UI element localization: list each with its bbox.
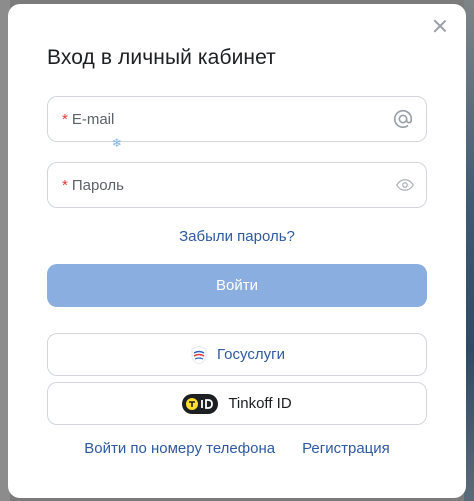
snowflake-icon: ❄ <box>112 136 123 150</box>
tinkoff-label: Tinkoff ID <box>228 395 292 412</box>
modal-title: Вход в личный кабинет <box>47 46 276 69</box>
close-icon[interactable] <box>432 18 448 34</box>
login-button[interactable]: Войти <box>47 264 427 307</box>
phone-login-link[interactable]: Войти по номеру телефона <box>84 440 275 457</box>
forgot-password-link[interactable]: Забыли пароль? <box>8 228 466 245</box>
required-mark: * <box>62 110 68 128</box>
gosuslugi-label: Госуслуги <box>217 346 285 363</box>
tinkoff-logo-icon <box>182 393 219 414</box>
email-field[interactable]: * E-mail ❄ <box>47 96 427 150</box>
password-placeholder: Пароль <box>71 176 124 194</box>
gosuslugi-logo-icon <box>191 345 207 364</box>
eye-icon[interactable] <box>396 178 414 192</box>
at-sign-icon <box>393 109 413 129</box>
email-placeholder: E-mail <box>71 110 115 128</box>
login-modal: Вход в личный кабинет * E-mail ❄ * Парол… <box>8 4 466 498</box>
required-mark: * <box>62 176 68 194</box>
tinkoff-id-button[interactable]: Tinkoff ID <box>47 382 427 425</box>
bottom-links: Войти по номеру телефона Регистрация <box>8 440 466 457</box>
password-field[interactable]: * Пароль <box>47 162 427 208</box>
gosuslugi-button[interactable]: Госуслуги <box>47 333 427 376</box>
register-link[interactable]: Регистрация <box>302 440 390 457</box>
